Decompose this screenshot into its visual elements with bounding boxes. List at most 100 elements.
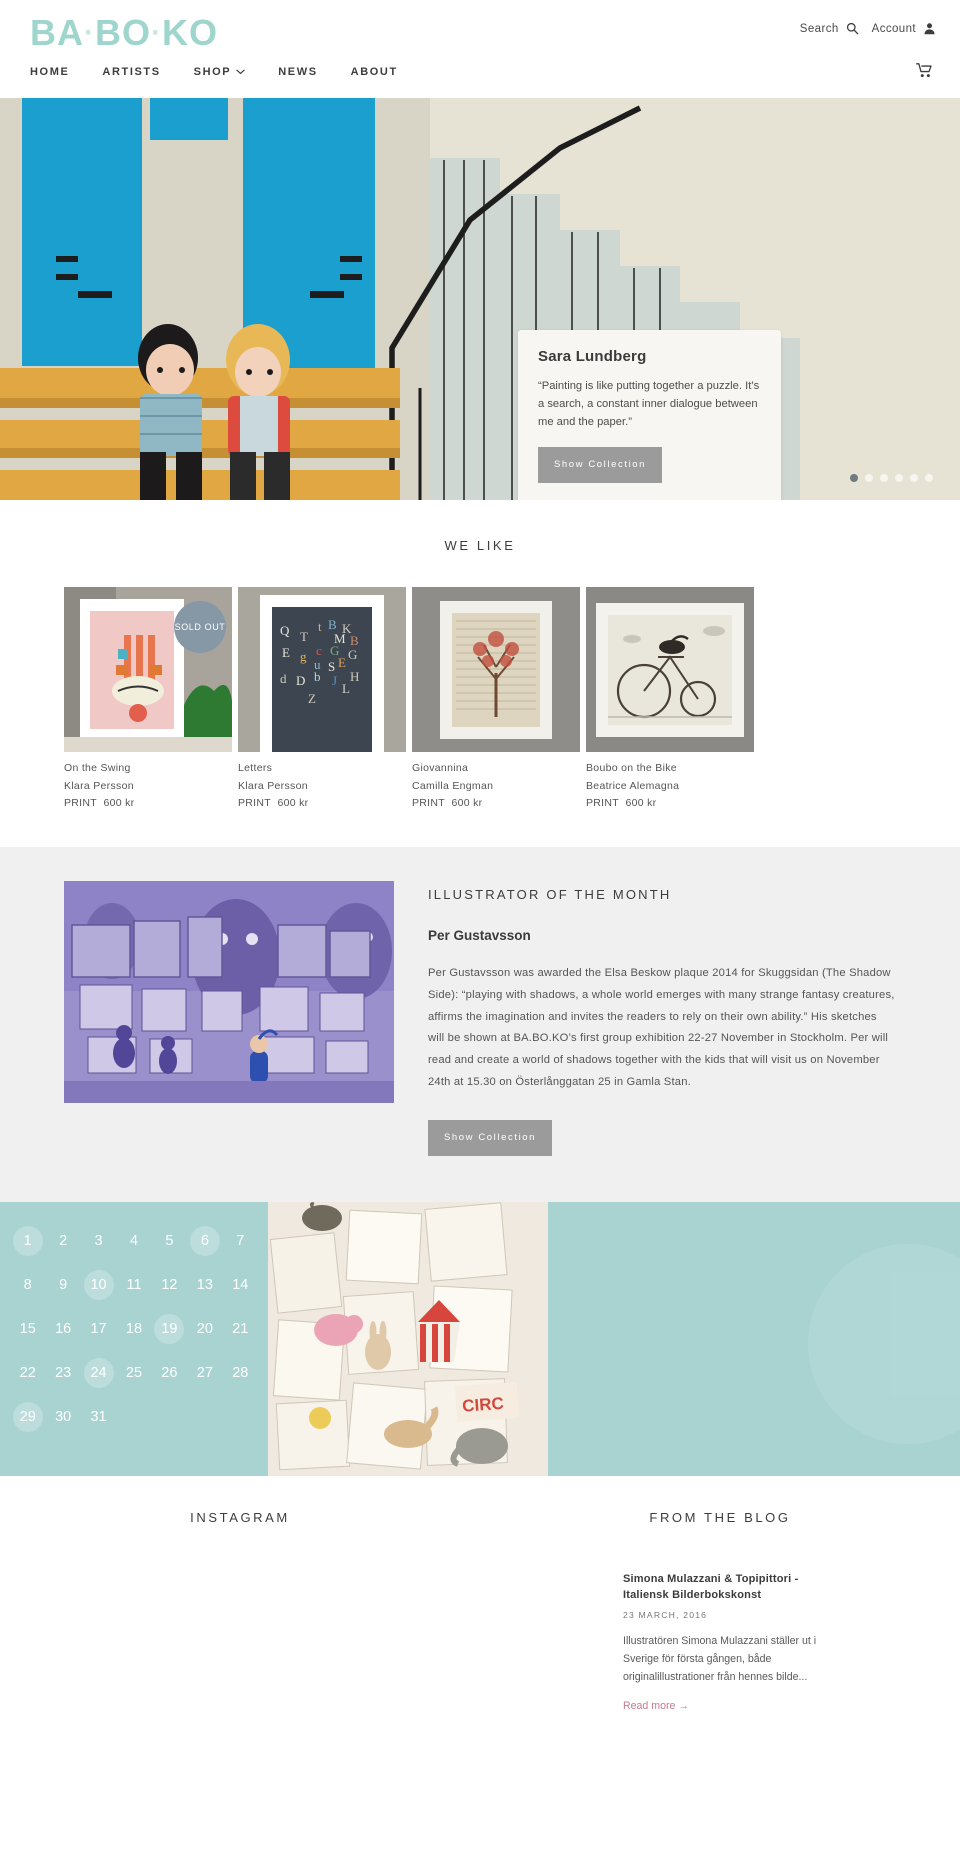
calendar-day[interactable]: 8 — [10, 1270, 45, 1300]
sold-out-badge: SOLD OUT — [174, 601, 226, 653]
search-icon[interactable] — [846, 22, 859, 35]
read-more-link[interactable]: Read more → — [623, 1700, 689, 1712]
person-icon[interactable] — [923, 22, 936, 35]
product-card[interactable]: QT tB KM BE gc GG uS Ed Db JH LZ Letters… — [238, 587, 406, 813]
nav-item-artists[interactable]: ARTISTS — [102, 66, 160, 78]
svg-text:t: t — [318, 619, 322, 634]
blog-post-excerpt: Illustratören Simona Mulazzani ställer u… — [623, 1634, 817, 1684]
calendar-day[interactable]: 9 — [45, 1270, 80, 1300]
site-logo[interactable]: BA·BO·KO — [30, 12, 218, 54]
calendar-day[interactable]: 30 — [45, 1402, 80, 1432]
product-title: Boubo on the Bike — [586, 762, 677, 774]
calendar-day[interactable]: 24 — [81, 1357, 116, 1388]
calendar-day[interactable]: 21 — [223, 1314, 258, 1344]
hero-quote: “Painting is like putting together a puz… — [538, 380, 760, 429]
product-image[interactable]: SOLD OUT — [64, 587, 232, 752]
calendar-day[interactable]: 14 — [223, 1270, 258, 1300]
product-image[interactable] — [412, 587, 580, 752]
illustrator-artwork[interactable] — [64, 880, 394, 1103]
site-header: BA·BO·KO Search Account HOME ARTISTS SHO… — [0, 0, 960, 98]
svg-text:Q: Q — [280, 623, 290, 638]
calendar-day[interactable]: 22 — [10, 1358, 45, 1388]
calendar-day[interactable]: 3 — [81, 1226, 116, 1256]
svg-text:c: c — [316, 643, 322, 658]
logo-separator-1: · — [84, 16, 95, 49]
calendar-band: 1 2 3 4 5 6 7 8 9 10 11 12 13 14 15 16 1… — [0, 1201, 960, 1476]
account-label[interactable]: Account — [872, 23, 916, 35]
slider-dot-3[interactable] — [880, 474, 888, 482]
logo-part-1: BA — [30, 12, 84, 53]
hero-slider-dots — [850, 474, 933, 482]
svg-text:b: b — [314, 669, 321, 684]
search-label[interactable]: Search — [800, 23, 839, 35]
calendar-day[interactable]: 25 — [116, 1358, 151, 1388]
calendar-day[interactable]: 26 — [152, 1358, 187, 1388]
product-card[interactable]: SOLD OUT On the Swing Klara Persson PRIN… — [64, 587, 232, 813]
hero-caption-card: Sara Lundberg “Painting is like putting … — [518, 330, 781, 500]
calendar-day[interactable]: 19 — [152, 1313, 187, 1344]
slider-dot-5[interactable] — [910, 474, 918, 482]
slider-dot-4[interactable] — [895, 474, 903, 482]
calendar-day[interactable]: 7 — [223, 1226, 258, 1256]
calendar-day[interactable]: 11 — [116, 1270, 151, 1300]
svg-text:Z: Z — [308, 691, 316, 706]
calendar-day[interactable]: 17 — [81, 1314, 116, 1344]
calendar-day[interactable]: 31 — [81, 1402, 116, 1432]
calendar-day[interactable]: 18 — [116, 1314, 151, 1344]
slider-dot-1[interactable] — [850, 474, 858, 482]
blog-post-title[interactable]: Simona Mulazzani & Topipittori - Italien… — [623, 1571, 835, 1604]
slider-dot-2[interactable] — [865, 474, 873, 482]
svg-text:E: E — [282, 645, 290, 660]
hero-slider[interactable]: Sara Lundberg “Painting is like putting … — [0, 98, 960, 500]
instagram-title: INSTAGRAM — [190, 1509, 290, 1525]
calendar-day[interactable]: 13 — [187, 1270, 222, 1300]
calendar-day[interactable]: 5 — [152, 1226, 187, 1256]
calendar-day[interactable]: 2 — [45, 1226, 80, 1256]
calendar-day[interactable]: 4 — [116, 1226, 151, 1256]
nav-item-shop[interactable]: SHOP — [194, 66, 246, 78]
product-price: 600 kr — [451, 797, 483, 810]
nav-item-news[interactable]: NEWS — [278, 66, 317, 78]
calendar-day[interactable]: 23 — [45, 1358, 80, 1388]
logo-separator-2: · — [151, 16, 162, 49]
illustrator-show-collection-button[interactable]: Show Collection — [428, 1119, 552, 1156]
calendar-day[interactable]: 10 — [81, 1269, 116, 1300]
product-card[interactable]: Giovannina Camilla Engman PRINT 600 kr — [412, 587, 580, 813]
calendar-day[interactable]: 15 — [10, 1314, 45, 1344]
calendar-band-decoration — [548, 1201, 960, 1476]
product-price: 600 kr — [277, 797, 309, 810]
nav-label-about: ABOUT — [350, 66, 398, 78]
product-card[interactable]: Boubo on the Bike Beatrice Alemagna PRIN… — [586, 587, 754, 813]
product-artist: Klara Persson — [64, 779, 134, 792]
svg-text:T: T — [300, 629, 308, 644]
cart-icon[interactable] — [916, 63, 933, 78]
calendar-day[interactable]: 20 — [187, 1314, 222, 1344]
svg-text:J: J — [332, 673, 337, 688]
calendar-day[interactable]: 27 — [187, 1358, 222, 1388]
nav-item-about[interactable]: ABOUT — [351, 66, 398, 78]
calendar-day[interactable]: 29 — [10, 1401, 45, 1432]
nav-item-home[interactable]: HOME — [30, 66, 69, 78]
blog-post-date: 23 MARCH, 2016 — [623, 1609, 708, 1620]
blog-post[interactable]: Simona Mulazzani & Topipittori - Italien… — [605, 1525, 835, 1715]
product-meta: Giovannina Camilla Engman PRINT 600 kr — [412, 752, 580, 813]
calendar-day[interactable]: 12 — [152, 1270, 187, 1300]
product-type: PRINT — [412, 797, 445, 810]
product-image[interactable]: QT tB KM BE gc GG uS Ed Db JH LZ — [238, 587, 406, 752]
event-calendar[interactable]: 1 2 3 4 5 6 7 8 9 10 11 12 13 14 15 16 1… — [0, 1201, 268, 1476]
product-type: PRINT — [64, 797, 97, 810]
product-title: On the Swing — [64, 762, 131, 774]
calendar-day[interactable]: 1 — [10, 1225, 45, 1256]
product-artist: Klara Persson — [238, 779, 308, 792]
product-image[interactable] — [586, 587, 754, 752]
calendar-day[interactable]: 16 — [45, 1314, 80, 1344]
hero-show-collection-button[interactable]: Show Collection — [538, 447, 662, 484]
calendar-day[interactable]: 28 — [223, 1358, 258, 1388]
illustration-collage-photo[interactable]: CIRC — [268, 1201, 548, 1476]
we-like-title: WE LIKE — [444, 538, 516, 553]
blog-title: FROM THE BLOG — [649, 1509, 791, 1525]
blog-section: FROM THE BLOG Simona Mulazzani & Topipit… — [480, 1510, 960, 1715]
calendar-day[interactable]: 6 — [187, 1225, 222, 1256]
slider-dot-6[interactable] — [925, 474, 933, 482]
product-type: PRINT — [586, 797, 619, 810]
